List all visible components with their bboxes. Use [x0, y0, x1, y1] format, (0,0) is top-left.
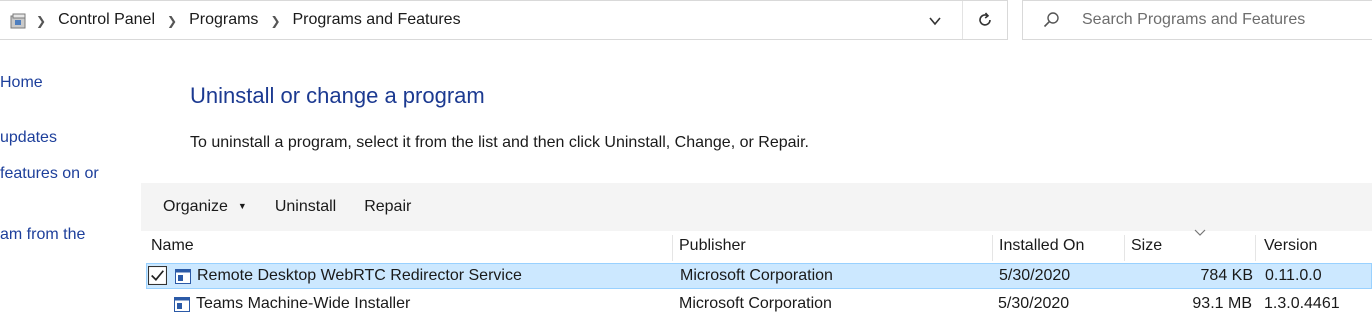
breadcrumb-programs[interactable]: Programs — [189, 11, 258, 29]
program-publisher: Microsoft Corporation — [680, 267, 833, 284]
uninstall-label: Uninstall — [274, 198, 337, 215]
chevron-right-icon[interactable]: ❯ — [167, 14, 177, 28]
program-size: 784 KB — [1200, 267, 1253, 284]
column-header-publisher[interactable]: Publisher — [679, 237, 746, 255]
column-header-name[interactable]: Name — [151, 237, 194, 255]
column-header-row: Name Publisher Installed On Size Version — [141, 229, 1372, 261]
search-placeholder[interactable]: Search Programs and Features — [1082, 11, 1305, 29]
column-header-installed-on[interactable]: Installed On — [999, 237, 1084, 255]
page-title: Uninstall or change a program — [190, 83, 485, 108]
program-icon — [175, 269, 191, 284]
column-header-size[interactable]: Size — [1131, 237, 1162, 255]
sort-indicator-icon — [1194, 229, 1206, 236]
search-box[interactable]: Search Programs and Features — [1022, 0, 1372, 40]
page-description: To uninstall a program, select it from t… — [190, 134, 809, 151]
column-divider[interactable] — [1255, 235, 1256, 261]
program-icon — [174, 297, 190, 312]
program-publisher: Microsoft Corporation — [679, 295, 832, 312]
repair-button[interactable]: Repair — [364, 198, 411, 216]
column-header-version[interactable]: Version — [1264, 237, 1317, 255]
control-panel-home-link[interactable]: Home — [0, 74, 43, 92]
command-bar: Organize ▼ Uninstall Repair — [141, 183, 1372, 231]
breadcrumb-programs-and-features[interactable]: Programs and Features — [293, 11, 461, 29]
program-version: 0.11.0.0 — [1265, 267, 1322, 284]
column-divider[interactable] — [1124, 235, 1125, 261]
chevron-right-icon[interactable]: ❯ — [270, 14, 280, 28]
repair-label: Repair — [364, 198, 412, 215]
search-icon — [1043, 12, 1059, 28]
program-size: 93.1 MB — [1192, 295, 1252, 312]
view-installed-updates-link[interactable]: updates — [0, 129, 57, 147]
refresh-icon[interactable] — [975, 10, 995, 30]
uninstall-button[interactable]: Uninstall — [275, 198, 336, 216]
column-divider[interactable] — [672, 235, 673, 261]
program-name: Teams Machine-Wide Installer — [196, 295, 411, 312]
left-task-pane: Home updates features on or am from the — [0, 0, 140, 320]
program-installed-on: 5/30/2020 — [999, 267, 1071, 284]
address-divider — [962, 1, 963, 39]
table-row[interactable]: Remote Desktop WebRTC Redirector Service… — [146, 263, 1372, 289]
column-divider[interactable] — [992, 235, 993, 261]
windows-features-link[interactable]: features on or — [0, 165, 99, 183]
chevron-down-icon[interactable] — [928, 14, 942, 28]
program-version: 1.3.0.4461 — [1264, 295, 1340, 312]
organize-label: Organize — [163, 198, 228, 215]
address-bar[interactable]: ❯ Control Panel ❯ Programs ❯ Programs an… — [0, 0, 1008, 40]
checkbox-icon[interactable] — [148, 266, 167, 285]
organize-button[interactable]: Organize ▼ — [163, 198, 247, 216]
program-installed-on: 5/30/2020 — [998, 295, 1070, 312]
table-row[interactable]: Teams Machine-Wide Installer Microsoft C… — [146, 292, 1372, 318]
program-name: Remote Desktop WebRTC Redirector Service — [197, 267, 522, 284]
install-program-from-network-link[interactable]: am from the — [0, 226, 85, 244]
caret-down-icon: ▼ — [237, 201, 247, 211]
